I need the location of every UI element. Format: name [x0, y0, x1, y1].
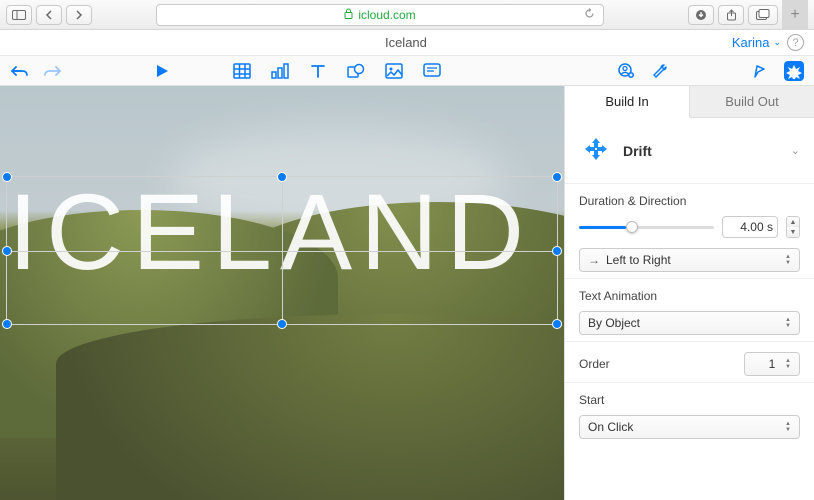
table-button[interactable]	[232, 61, 252, 81]
duration-slider[interactable]	[579, 220, 714, 234]
chart-button[interactable]	[270, 61, 290, 81]
lock-icon	[344, 8, 353, 22]
inspector-tabs: Build In Build Out	[565, 86, 814, 118]
new-tab-button[interactable]: +	[782, 0, 808, 30]
text-button[interactable]	[308, 61, 328, 81]
selection-handle[interactable]	[277, 172, 287, 182]
text-selection[interactable]: ICELAND	[8, 178, 556, 323]
back-button[interactable]	[36, 5, 62, 25]
help-button[interactable]: ?	[787, 34, 804, 51]
document-title-bar: Iceland Karina ⌄ ?	[0, 30, 814, 56]
workspace: ICELAND Build In Build Out	[0, 86, 814, 500]
start-label: Start	[579, 393, 800, 407]
tabs-button[interactable]	[748, 5, 778, 25]
selection-handle[interactable]	[2, 246, 12, 256]
duration-field[interactable]: 4.00 s	[722, 216, 778, 238]
slide-canvas[interactable]: ICELAND	[0, 86, 564, 500]
address-text: icloud.com	[358, 8, 415, 22]
play-button[interactable]	[152, 61, 172, 81]
format-button[interactable]	[750, 61, 770, 81]
selection-handle[interactable]	[2, 172, 12, 182]
direction-dropdown[interactable]: → Left to Right ▲▼	[579, 248, 800, 272]
tab-build-out[interactable]: Build Out	[690, 86, 814, 117]
image-button[interactable]	[384, 61, 404, 81]
downloads-button[interactable]	[688, 5, 714, 25]
duration-label: Duration & Direction	[579, 194, 800, 208]
order-dropdown[interactable]: 1 ▲▼	[744, 352, 800, 376]
effect-selector[interactable]: Drift ⌄	[565, 118, 814, 184]
chevron-updown-icon: ▲▼	[783, 254, 793, 266]
duration-stepper[interactable]: ▲▼	[786, 216, 800, 238]
sidebar-toggle-button[interactable]	[6, 5, 32, 25]
order-section: Order 1 ▲▼	[565, 342, 814, 383]
selection-handle[interactable]	[552, 172, 562, 182]
arrow-right-icon: →	[588, 253, 600, 267]
chevron-down-icon: ⌄	[791, 144, 800, 157]
comment-button[interactable]	[422, 61, 442, 81]
text-animation-dropdown[interactable]: By Object ▲▼	[579, 311, 800, 335]
chevron-updown-icon: ▲▼	[783, 421, 793, 433]
text-animation-section: Text Animation By Object ▲▼	[565, 279, 814, 342]
chevron-updown-icon: ▲▼	[783, 358, 793, 370]
document-title: Iceland	[80, 35, 732, 50]
animate-button[interactable]	[784, 61, 804, 81]
undo-button[interactable]	[10, 61, 30, 81]
inspector-panel: Build In Build Out Drift ⌄ Duration & Di…	[564, 86, 814, 500]
forward-button[interactable]	[66, 5, 92, 25]
start-dropdown[interactable]: On Click ▲▼	[579, 415, 800, 439]
tools-button[interactable]	[650, 61, 670, 81]
chevron-updown-icon: ▲▼	[783, 317, 793, 329]
drift-icon	[579, 132, 613, 169]
address-bar[interactable]: icloud.com	[156, 4, 604, 26]
selection-handle[interactable]	[552, 246, 562, 256]
collaborate-button[interactable]	[616, 61, 636, 81]
tab-build-in[interactable]: Build In	[565, 86, 690, 118]
selection-handle[interactable]	[277, 319, 287, 329]
selection-handle[interactable]	[2, 319, 12, 329]
redo-button[interactable]	[42, 61, 62, 81]
start-section: Start On Click ▲▼	[565, 383, 814, 445]
effect-name: Drift	[623, 143, 781, 159]
user-menu[interactable]: Karina ⌄	[732, 35, 781, 50]
share-button[interactable]	[718, 5, 744, 25]
browser-toolbar: icloud.com +	[0, 0, 814, 30]
order-label: Order	[579, 357, 610, 371]
text-animation-label: Text Animation	[579, 289, 800, 303]
shape-button[interactable]	[346, 61, 366, 81]
app-toolbar	[0, 56, 814, 86]
duration-section: Duration & Direction 4.00 s ▲▼ → Left to…	[565, 184, 814, 279]
reload-icon[interactable]	[584, 8, 595, 22]
chevron-down-icon: ⌄	[773, 37, 781, 48]
selection-handle[interactable]	[552, 319, 562, 329]
